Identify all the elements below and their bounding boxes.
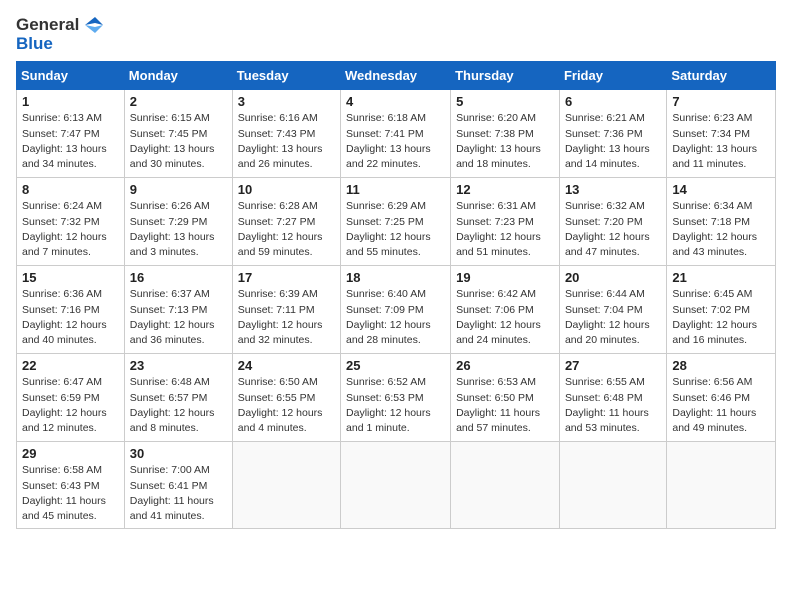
day-cell-18: 18 Sunrise: 6:40 AMSunset: 7:09 PMDaylig… [341,266,451,354]
day-cell-20: 20 Sunrise: 6:44 AMSunset: 7:04 PMDaylig… [559,266,666,354]
day-cell-24: 24 Sunrise: 6:50 AMSunset: 6:55 PMDaylig… [232,354,340,442]
col-monday: Monday [124,62,232,90]
day-cell-7: 7 Sunrise: 6:23 AMSunset: 7:34 PMDayligh… [667,90,776,178]
week-row-1: 1 Sunrise: 6:13 AMSunset: 7:47 PMDayligh… [17,90,776,178]
day-cell-16: 16 Sunrise: 6:37 AMSunset: 7:13 PMDaylig… [124,266,232,354]
day-cell-11: 11 Sunrise: 6:29 AMSunset: 7:25 PMDaylig… [341,178,451,266]
header-row: Sunday Monday Tuesday Wednesday Thursday… [17,62,776,90]
day-cell-1: 1 Sunrise: 6:13 AMSunset: 7:47 PMDayligh… [17,90,125,178]
day-cell-19: 19 Sunrise: 6:42 AMSunset: 7:06 PMDaylig… [451,266,560,354]
day-cell-14: 14 Sunrise: 6:34 AMSunset: 7:18 PMDaylig… [667,178,776,266]
day-cell-9: 9 Sunrise: 6:26 AMSunset: 7:29 PMDayligh… [124,178,232,266]
day-cell-13: 13 Sunrise: 6:32 AMSunset: 7:20 PMDaylig… [559,178,666,266]
week-row-2: 8 Sunrise: 6:24 AMSunset: 7:32 PMDayligh… [17,178,776,266]
day-cell-8: 8 Sunrise: 6:24 AMSunset: 7:32 PMDayligh… [17,178,125,266]
week-row-3: 15 Sunrise: 6:36 AMSunset: 7:16 PMDaylig… [17,266,776,354]
col-wednesday: Wednesday [341,62,451,90]
page-header: General Blue [16,16,776,53]
day-cell-29: 29 Sunrise: 6:58 AMSunset: 6:43 PMDaylig… [17,442,125,529]
logo-bird-icon [81,17,103,33]
day-cell-6: 6 Sunrise: 6:21 AMSunset: 7:36 PMDayligh… [559,90,666,178]
empty-cell [667,442,776,529]
col-sunday: Sunday [17,62,125,90]
day-cell-3: 3 Sunrise: 6:16 AMSunset: 7:43 PMDayligh… [232,90,340,178]
day-cell-25: 25 Sunrise: 6:52 AMSunset: 6:53 PMDaylig… [341,354,451,442]
calendar-table: Sunday Monday Tuesday Wednesday Thursday… [16,61,776,529]
col-friday: Friday [559,62,666,90]
day-cell-23: 23 Sunrise: 6:48 AMSunset: 6:57 PMDaylig… [124,354,232,442]
col-tuesday: Tuesday [232,62,340,90]
day-cell-21: 21 Sunrise: 6:45 AMSunset: 7:02 PMDaylig… [667,266,776,354]
week-row-5: 29 Sunrise: 6:58 AMSunset: 6:43 PMDaylig… [17,442,776,529]
day-cell-26: 26 Sunrise: 6:53 AMSunset: 6:50 PMDaylig… [451,354,560,442]
week-row-4: 22 Sunrise: 6:47 AMSunset: 6:59 PMDaylig… [17,354,776,442]
day-cell-10: 10 Sunrise: 6:28 AMSunset: 7:27 PMDaylig… [232,178,340,266]
day-cell-5: 5 Sunrise: 6:20 AMSunset: 7:38 PMDayligh… [451,90,560,178]
day-cell-15: 15 Sunrise: 6:36 AMSunset: 7:16 PMDaylig… [17,266,125,354]
day-cell-27: 27 Sunrise: 6:55 AMSunset: 6:48 PMDaylig… [559,354,666,442]
empty-cell [451,442,560,529]
day-cell-22: 22 Sunrise: 6:47 AMSunset: 6:59 PMDaylig… [17,354,125,442]
day-cell-12: 12 Sunrise: 6:31 AMSunset: 7:23 PMDaylig… [451,178,560,266]
day-cell-2: 2 Sunrise: 6:15 AMSunset: 7:45 PMDayligh… [124,90,232,178]
empty-cell [232,442,340,529]
day-cell-17: 17 Sunrise: 6:39 AMSunset: 7:11 PMDaylig… [232,266,340,354]
empty-cell [341,442,451,529]
day-cell-28: 28 Sunrise: 6:56 AMSunset: 6:46 PMDaylig… [667,354,776,442]
day-cell-4: 4 Sunrise: 6:18 AMSunset: 7:41 PMDayligh… [341,90,451,178]
logo: General Blue [16,16,103,53]
col-thursday: Thursday [451,62,560,90]
day-cell-30: 30 Sunrise: 7:00 AMSunset: 6:41 PMDaylig… [124,442,232,529]
empty-cell [559,442,666,529]
col-saturday: Saturday [667,62,776,90]
